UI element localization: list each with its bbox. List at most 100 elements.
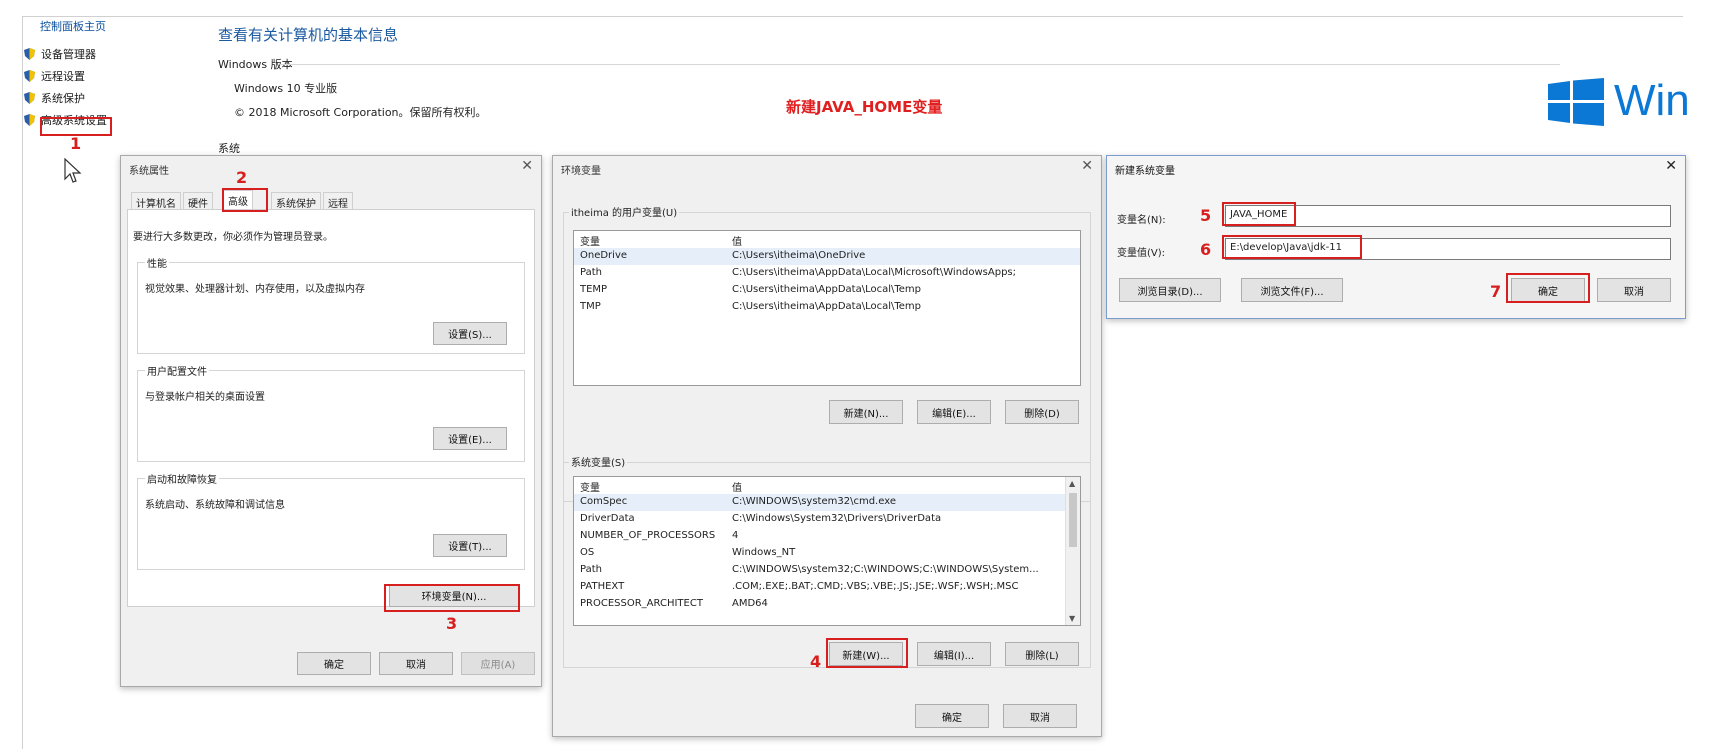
list-item[interactable]: NUMBER_OF_PROCESSORS 4 <box>574 528 1080 545</box>
ok-button[interactable]: 确定 <box>297 652 371 675</box>
step-number-2: 2 <box>236 168 248 187</box>
browse-file-button[interactable]: 浏览文件(F)... <box>1241 278 1343 302</box>
variable-value: C:\Users\itheima\OneDrive <box>732 250 866 261</box>
column-header-value: 值 <box>732 237 742 248</box>
list-item[interactable]: OneDrive C:\Users\itheima\OneDrive <box>574 248 1080 265</box>
variable-value: 4 <box>732 530 739 541</box>
scrollbar-thumb[interactable] <box>1069 493 1077 547</box>
step-number-4: 4 <box>810 652 822 671</box>
user-profiles-label: 用户配置文件 <box>145 363 209 378</box>
dialog-title: 系统属性 <box>129 166 169 177</box>
variable-value: C:\WINDOWS\system32\cmd.exe <box>732 496 896 507</box>
windows-logo-text: Win <box>1614 76 1690 125</box>
apply-button[interactable]: 应用(A) <box>461 652 535 675</box>
divider <box>280 64 1560 65</box>
list-item[interactable]: DriverData C:\Windows\System32\Drivers\D… <box>574 511 1080 528</box>
performance-desc: 视觉效果、处理器计划、内存使用，以及虚拟内存 <box>145 284 365 295</box>
variable-name: TMP <box>580 301 601 312</box>
user-profiles-desc: 与登录帐户相关的桌面设置 <box>145 392 265 403</box>
cancel-button[interactable]: 取消 <box>379 652 453 675</box>
user-delete-button[interactable]: 删除(D) <box>1005 400 1079 424</box>
step-number-3: 3 <box>446 614 458 633</box>
variable-value: Windows_NT <box>732 547 796 558</box>
system-delete-button[interactable]: 删除(L) <box>1005 642 1079 666</box>
list-item[interactable]: TEMP C:\Users\itheima\AppData\Local\Temp <box>574 282 1080 299</box>
shield-icon <box>24 114 35 126</box>
system-variables-list[interactable]: 变量 值 ComSpec C:\WINDOWS\system32\cmd.exe… <box>573 476 1081 626</box>
shield-icon <box>24 48 35 60</box>
annotation-title: 新建JAVA_HOME变量 <box>786 98 943 116</box>
variable-name: TEMP <box>580 284 608 295</box>
control-panel-home-link[interactable]: 控制面板主页 <box>40 18 106 34</box>
step-number-1: 1 <box>70 134 82 153</box>
variable-value: .COM;.EXE;.BAT;.CMD;.VBS;.VBE;.JS;.JSE;.… <box>732 581 1019 592</box>
copyright-text: © 2018 Microsoft Corporation。保留所有权利。 <box>234 106 487 119</box>
scroll-down-icon[interactable]: ▼ <box>1069 614 1075 623</box>
ok-button[interactable]: 确定 <box>915 704 989 728</box>
sidebar-item-label: 设备管理器 <box>41 48 96 61</box>
windows-logo-icon <box>1548 78 1604 126</box>
variable-value: C:\Users\itheima\AppData\Local\Microsoft… <box>732 267 1016 278</box>
variable-name: Path <box>580 267 602 278</box>
startup-settings-button[interactable]: 设置(T)... <box>433 534 507 557</box>
variable-value: C:\Users\itheima\AppData\Local\Temp <box>732 284 922 295</box>
mouse-cursor-icon <box>64 158 82 183</box>
list-item[interactable]: TMP C:\Users\itheima\AppData\Local\Temp <box>574 299 1080 316</box>
list-item[interactable]: Path C:\Users\itheima\AppData\Local\Micr… <box>574 265 1080 282</box>
scrollbar[interactable]: ▲ ▼ <box>1065 477 1080 625</box>
dialog-title: 环境变量 <box>561 166 601 177</box>
list-item[interactable]: PROCESSOR_ARCHITECT AMD64 <box>574 596 1080 613</box>
list-item[interactable]: ComSpec C:\WINDOWS\system32\cmd.exe <box>574 494 1080 511</box>
highlight-box-variable-name <box>1222 202 1296 226</box>
shield-icon <box>24 70 35 82</box>
scroll-up-icon[interactable]: ▲ <box>1069 479 1075 488</box>
cancel-button[interactable]: 取消 <box>1597 278 1671 302</box>
close-icon[interactable]: ✕ <box>521 158 533 174</box>
shield-icon <box>24 92 35 104</box>
variable-name: PROCESSOR_ARCHITECT <box>580 598 703 609</box>
variable-value: C:\Windows\System32\Drivers\DriverData <box>732 513 942 524</box>
browse-directory-button[interactable]: 浏览目录(D)... <box>1119 278 1221 302</box>
list-header: 变量 值 <box>574 477 1080 494</box>
highlight-box-env-button <box>384 584 520 612</box>
list-header: 变量 值 <box>574 231 1080 248</box>
variable-name: OS <box>580 547 595 558</box>
windows-edition: Windows 10 专业版 <box>234 82 338 95</box>
list-item[interactable]: Path C:\WINDOWS\system32;C:\WINDOWS;C:\W… <box>574 562 1080 579</box>
highlight-box-ok <box>1506 273 1590 303</box>
variable-value: C:\WINDOWS\system32;C:\WINDOWS;C:\WINDOW… <box>732 564 1039 575</box>
variable-value-label: 变量值(V): <box>1117 248 1166 259</box>
step-number-6: 6 <box>1200 240 1212 259</box>
sidebar-item-system-protection[interactable]: 系统保护 <box>24 90 107 106</box>
user-variables-list[interactable]: 变量 值 OneDrive C:\Users\itheima\OneDrive … <box>573 230 1081 386</box>
user-new-button[interactable]: 新建(N)... <box>829 400 903 424</box>
sidebar-item-device-manager[interactable]: 设备管理器 <box>24 46 107 62</box>
sidebar-item-remote-settings[interactable]: 远程设置 <box>24 68 107 84</box>
control-panel-sidebar: 设备管理器 远程设置 系统保护 高级系统设置 <box>24 46 107 128</box>
step-number-5: 5 <box>1200 206 1212 225</box>
user-edit-button[interactable]: 编辑(E)... <box>917 400 991 424</box>
variable-name: OneDrive <box>580 250 628 261</box>
step-number-7: 7 <box>1490 282 1502 301</box>
dialog-title: 新建系统变量 <box>1115 166 1175 177</box>
variable-name: ComSpec <box>580 496 628 507</box>
close-icon[interactable]: ✕ <box>1081 158 1093 174</box>
column-header-variable: 变量 <box>580 483 600 494</box>
system-header: 系统 <box>218 142 240 155</box>
admin-note: 要进行大多数更改，你必须作为管理员登录。 <box>133 232 333 243</box>
variable-value: C:\Users\itheima\AppData\Local\Temp <box>732 301 922 312</box>
close-icon[interactable]: ✕ <box>1665 158 1677 174</box>
performance-settings-button[interactable]: 设置(S)... <box>433 322 507 345</box>
user-variables-label: itheima 的用户变量(U) <box>569 204 680 219</box>
variable-value: AMD64 <box>732 598 768 609</box>
cancel-button[interactable]: 取消 <box>1003 704 1077 728</box>
system-edit-button[interactable]: 编辑(I)... <box>917 642 991 666</box>
list-item[interactable]: PATHEXT .COM;.EXE;.BAT;.CMD;.VBS;.VBE;.J… <box>574 579 1080 596</box>
column-header-variable: 变量 <box>580 237 600 248</box>
variable-name: NUMBER_OF_PROCESSORS <box>580 530 716 541</box>
user-profiles-settings-button[interactable]: 设置(E)... <box>433 427 507 450</box>
list-item[interactable]: OS Windows_NT <box>574 545 1080 562</box>
startup-desc: 系统启动、系统故障和调试信息 <box>145 500 285 511</box>
page-title: 查看有关计算机的基本信息 <box>218 26 399 44</box>
sidebar-item-label: 系统保护 <box>41 92 85 105</box>
